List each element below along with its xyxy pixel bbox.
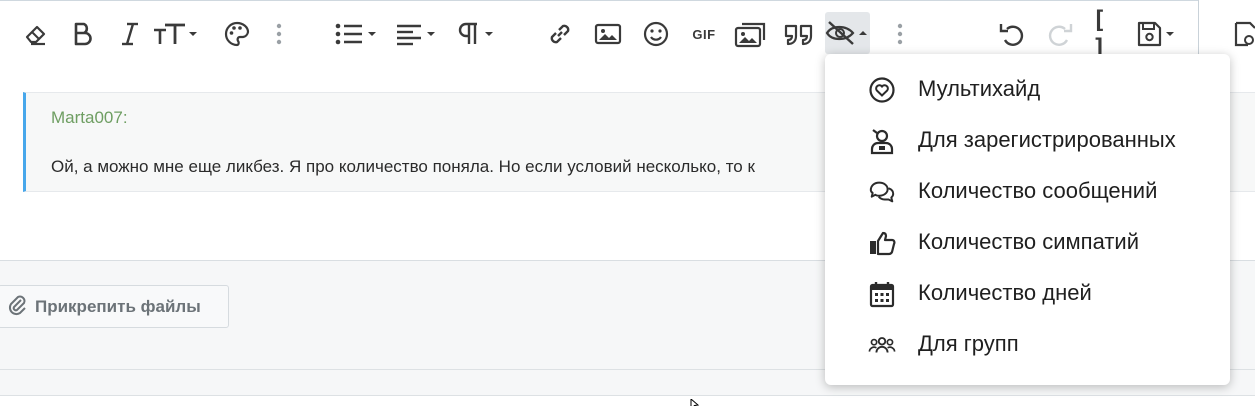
menu-item-label: Для зарегистрированных [918, 127, 1176, 152]
menu-item-message-count[interactable]: Количество сообщений [825, 165, 1230, 216]
menu-item-label: Для групп [918, 331, 1019, 356]
link-icon[interactable] [545, 16, 575, 52]
more-vertical-icon[interactable] [270, 16, 288, 52]
attach-files-button[interactable]: Прикрепить файлы [0, 285, 229, 328]
more-vertical-icon[interactable] [891, 16, 909, 52]
smiley-icon[interactable] [641, 16, 671, 52]
quote-text: Ой, а можно мне еще ликбез. Я про количе… [51, 157, 755, 176]
italic-icon[interactable] [117, 16, 143, 52]
undo-icon[interactable] [996, 16, 1028, 52]
preview-icon[interactable] [1228, 16, 1255, 52]
menu-item-label: Количество симпатий [918, 229, 1139, 254]
eraser-icon[interactable] [20, 16, 52, 52]
text-size-icon[interactable] [152, 16, 202, 52]
image-icon[interactable] [593, 16, 623, 52]
mouse-cursor-icon [690, 396, 700, 406]
list-icon[interactable] [334, 16, 382, 52]
toolbar-top-border [0, 0, 1198, 1]
hide-icon[interactable] [825, 12, 870, 54]
menu-item-label: Количество дней [918, 280, 1092, 305]
quote-icon[interactable] [783, 16, 817, 52]
gif-icon[interactable]: GIF [688, 16, 720, 52]
hide-dropdown-menu: Мультихайд Для зарегистрированных Количе… [825, 54, 1230, 385]
menu-item-groups[interactable]: Для групп [825, 318, 1230, 369]
thumbs-up-icon [868, 229, 896, 257]
comments-icon [868, 178, 896, 206]
paperclip-icon [7, 292, 27, 321]
menu-item-label: Мультихайд [918, 76, 1041, 101]
heart-circle-icon [868, 76, 896, 104]
menu-item-likes-count[interactable]: Количество симпатий [825, 216, 1230, 267]
redo-icon[interactable] [1044, 16, 1076, 52]
bold-icon[interactable] [68, 16, 98, 52]
menu-item-label: Количество сообщений [918, 178, 1158, 203]
calendar-icon [868, 280, 896, 308]
paragraph-icon[interactable] [455, 16, 499, 52]
save-drafts-icon[interactable] [1136, 16, 1180, 52]
brackets-icon[interactable]: [ ] [1092, 6, 1124, 62]
align-icon[interactable] [395, 16, 441, 52]
menu-item-multihide[interactable]: Мультихайд [825, 63, 1230, 114]
menu-item-registered[interactable]: Для зарегистрированных [825, 114, 1230, 165]
media-icon[interactable] [734, 16, 770, 52]
menu-item-days-count[interactable]: Количество дней [825, 267, 1230, 318]
users-icon [868, 331, 896, 359]
palette-icon[interactable] [222, 16, 252, 52]
user-badge-icon [868, 127, 896, 155]
quote-author[interactable]: Marta007: [51, 108, 128, 128]
attach-files-label: Прикрепить файлы [35, 296, 201, 316]
bottom-strip [0, 395, 1255, 406]
gif-label: GIF [692, 26, 716, 42]
